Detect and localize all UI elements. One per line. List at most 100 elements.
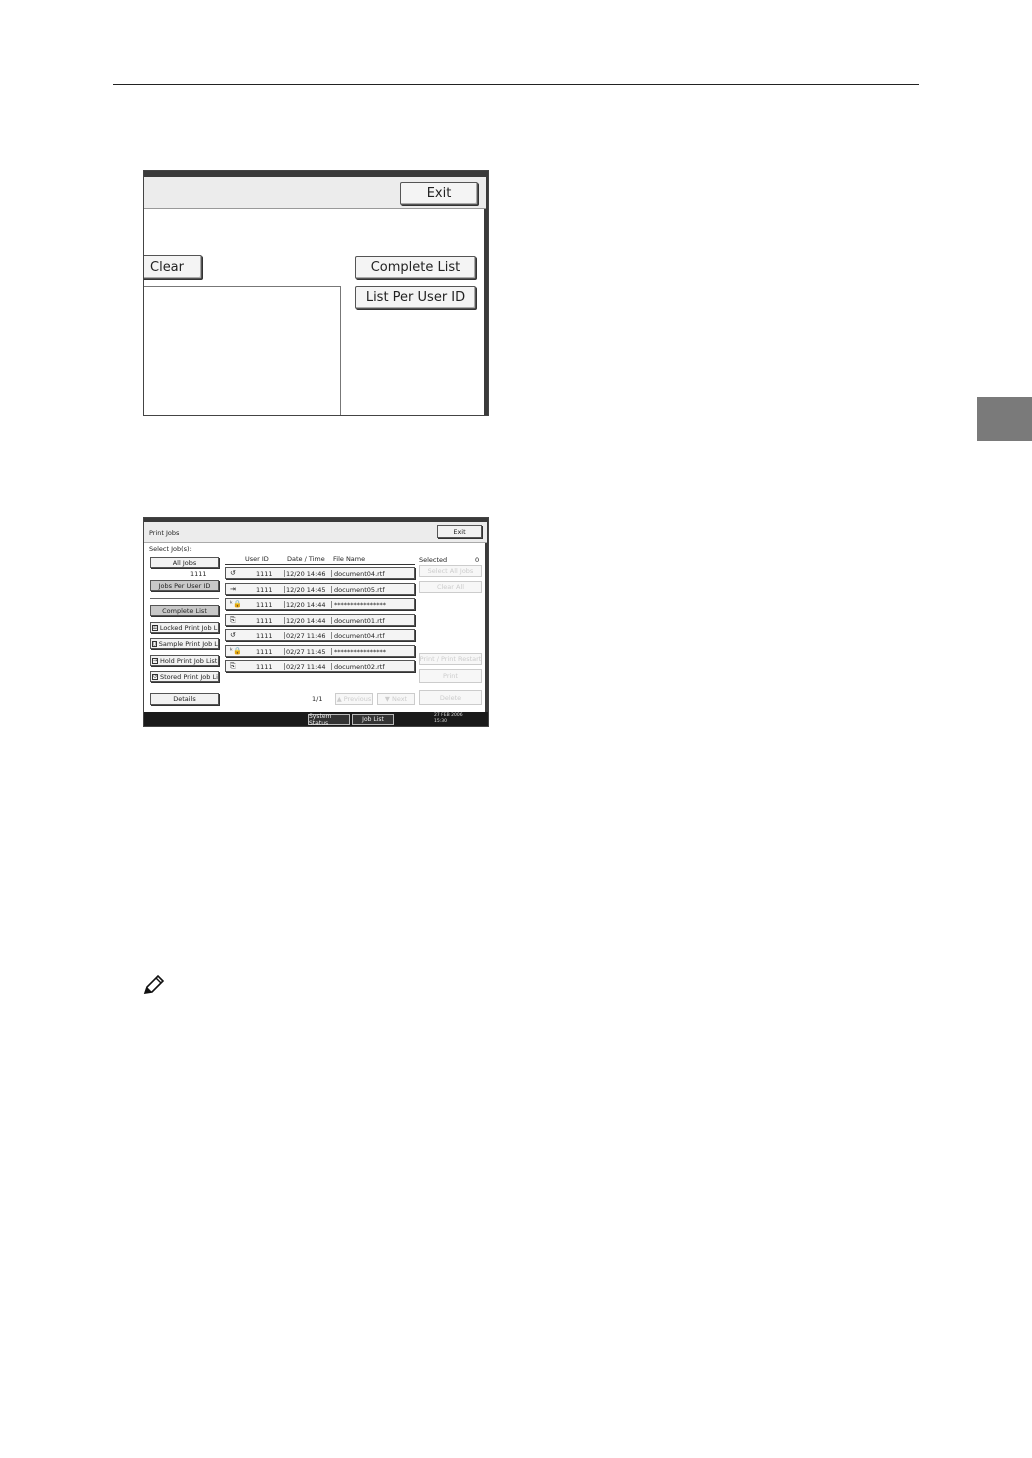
job-type-icon: ↺: [230, 569, 236, 577]
row-file-name: document05.rtf: [334, 586, 385, 594]
chapter-thumb-tab: [977, 397, 1032, 441]
job-list-panel: [144, 286, 341, 415]
job-type-icon: ↺: [230, 631, 236, 639]
clock: 27 FEB 2006 15:30: [434, 713, 463, 725]
jobs-per-user-id-button[interactable]: Jobs Per User ID: [150, 580, 219, 591]
cell-divider: [331, 648, 332, 655]
clock-time: 15:30: [434, 719, 447, 724]
job-type-icon: ᵏ🔒: [230, 647, 242, 655]
table-row[interactable]: ᵏ🔒 1111 12/20 14:44 ****************: [225, 598, 415, 610]
job-type-icon: ⎘: [230, 616, 236, 624]
exit-button[interactable]: Exit: [437, 525, 482, 538]
screenshot-zoomed: Exit Clear Complete List List Per User I…: [143, 170, 489, 416]
cell-divider: [284, 663, 285, 670]
next-button[interactable]: ▼ Next: [377, 693, 415, 705]
cell-divider: [331, 617, 332, 624]
user-id-value: 1111: [190, 570, 207, 578]
column-header-user-id: User ID: [245, 555, 269, 563]
column-header-file-name: File Name: [333, 555, 366, 563]
list-per-user-id-button[interactable]: List Per User ID: [355, 286, 476, 309]
hold-icon: →: [152, 657, 158, 664]
row-user-id: 1111: [256, 617, 273, 625]
row-date-time: 02/27 11:45: [286, 648, 326, 656]
print-restart-button[interactable]: Print / Print Restart: [419, 653, 482, 665]
row-file-name: ****************: [334, 648, 386, 656]
row-file-name: document01.rtf: [334, 617, 385, 625]
table-row[interactable]: ⇥ 1111 12/20 14:45 document05.rtf: [225, 583, 415, 595]
cell-divider: [284, 586, 285, 593]
cell-divider: [284, 648, 285, 655]
job-type-icon: ᵏ🔒: [230, 600, 242, 608]
sample-print-job-list-button[interactable]: ▯ Sample Print Job List: [150, 638, 219, 649]
row-user-id: 1111: [256, 648, 273, 656]
sample-list-label: Sample Print Job List: [158, 639, 219, 648]
locked-list-label: Locked Print Job List: [159, 623, 219, 632]
job-list-button[interactable]: Job List: [352, 714, 394, 725]
job-type-icon: ⎘: [230, 662, 236, 670]
cell-divider: [331, 570, 332, 577]
header-rule: [113, 84, 919, 85]
hold-print-job-list-button[interactable]: → Hold Print Job List: [150, 655, 219, 666]
note-pencil-icon: [142, 974, 166, 1001]
delete-button[interactable]: Delete: [419, 690, 482, 705]
table-row[interactable]: ⎘ 1111 12/20 14:44 document01.rtf: [225, 614, 415, 626]
title-bar: [144, 522, 487, 543]
row-file-name: document04.rtf: [334, 570, 385, 578]
row-date-time: 12/20 14:44: [286, 617, 326, 625]
page-title: Print Jobs: [149, 529, 180, 537]
row-user-id: 1111: [256, 570, 273, 578]
row-date-time: 12/20 14:46: [286, 570, 326, 578]
job-type-icon: ⇥: [230, 585, 236, 593]
clear-button[interactable]: Clear: [144, 255, 202, 279]
table-row[interactable]: ↺ 1111 12/20 14:46 document04.rtf: [225, 567, 415, 579]
previous-button[interactable]: ▲ Previous: [335, 693, 373, 705]
select-jobs-label: Select Job(s):: [149, 545, 192, 553]
row-user-id: 1111: [256, 586, 273, 594]
hold-list-label: Hold Print Job List: [160, 656, 218, 665]
selected-count: 0: [475, 556, 480, 564]
screenshot-print-jobs: Print Jobs Exit Select Job(s): All Jobs …: [143, 517, 489, 727]
table-row[interactable]: ↺ 1111 02/27 11:46 document04.rtf: [225, 629, 415, 641]
complete-list-button[interactable]: Complete List: [150, 605, 219, 616]
stored-print-job-list-button[interactable]: ↺ Stored Print Job List: [150, 671, 219, 682]
cell-divider: [284, 617, 285, 624]
cell-divider: [331, 586, 332, 593]
row-date-time: 12/20 14:44: [286, 601, 326, 609]
divider: [150, 598, 219, 599]
print-button[interactable]: Print: [419, 669, 482, 683]
row-date-time: 02/27 11:46: [286, 632, 326, 640]
column-header-underline: [225, 564, 415, 565]
clear-all-button[interactable]: Clear All: [419, 581, 482, 593]
row-user-id: 1111: [256, 601, 273, 609]
details-button[interactable]: Details: [150, 693, 219, 705]
exit-button[interactable]: Exit: [400, 182, 478, 205]
cell-divider: [331, 601, 332, 608]
lock-icon: ⚿: [152, 624, 158, 631]
cell-divider: [284, 570, 285, 577]
stored-icon: ↺: [152, 673, 158, 680]
cell-divider: [284, 632, 285, 639]
row-file-name: document02.rtf: [334, 663, 385, 671]
selected-label: Selected: [419, 556, 448, 564]
select-all-jobs-button[interactable]: Select All Jobs: [419, 565, 482, 577]
system-status-button[interactable]: System Status: [308, 713, 350, 726]
table-row[interactable]: ⎘ 1111 02/27 11:44 document02.rtf: [225, 660, 415, 672]
page-indicator: 1/1: [312, 695, 323, 703]
sample-icon: ▯: [152, 640, 157, 647]
row-file-name: document04.rtf: [334, 632, 385, 640]
cell-divider: [284, 601, 285, 608]
all-jobs-button[interactable]: All Jobs: [150, 557, 219, 568]
row-user-id: 1111: [256, 632, 273, 640]
table-row[interactable]: ᵏ🔒 1111 02/27 11:45 ****************: [225, 645, 415, 657]
column-header-date-time: Date / Time: [287, 555, 325, 563]
row-date-time: 02/27 11:44: [286, 663, 326, 671]
cell-divider: [331, 632, 332, 639]
row-file-name: ****************: [334, 601, 386, 609]
complete-list-button[interactable]: Complete List: [355, 256, 476, 279]
locked-print-job-list-button[interactable]: ⚿ Locked Print Job List: [150, 622, 219, 633]
stored-list-label: Stored Print Job List: [160, 672, 219, 681]
cell-divider: [331, 663, 332, 670]
row-date-time: 12/20 14:45: [286, 586, 326, 594]
window-right-strip: [485, 518, 488, 726]
row-user-id: 1111: [256, 663, 273, 671]
